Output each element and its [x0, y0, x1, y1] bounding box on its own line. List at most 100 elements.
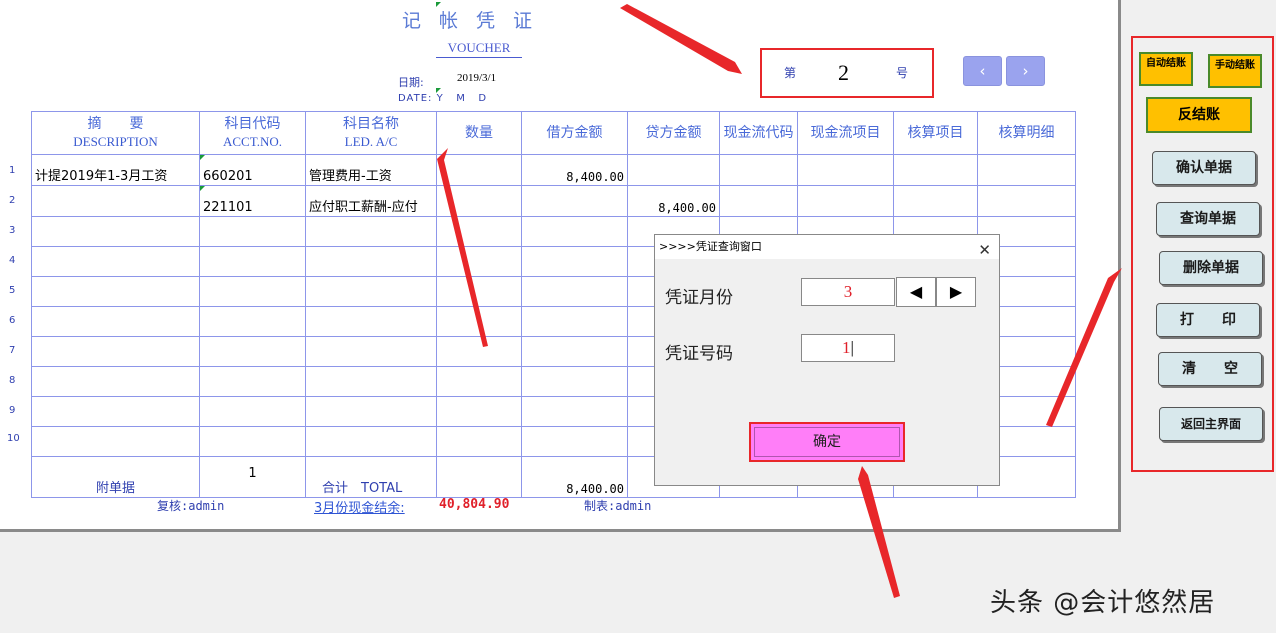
cell-acct-code[interactable]	[199, 276, 306, 307]
cell-description[interactable]	[31, 276, 200, 307]
cell-description[interactable]	[31, 216, 200, 247]
query-document-button[interactable]: 查询单据	[1156, 202, 1260, 236]
reviewer-label: 复核:admin	[157, 499, 225, 513]
cell-ledger-name[interactable]	[305, 426, 437, 457]
cell-quantity[interactable]	[436, 426, 522, 457]
chevron-left-icon: ‹	[979, 62, 986, 80]
cell-cashflow-item[interactable]	[797, 185, 894, 217]
column-header-cashflow-item: 现金流项目	[797, 111, 894, 155]
reverse-close-button[interactable]: 反结账	[1146, 97, 1252, 133]
row-number: 9	[9, 405, 16, 416]
cell-quantity[interactable]	[436, 246, 522, 277]
cell-accounting-detail[interactable]	[977, 154, 1076, 186]
cell-quantity[interactable]	[436, 306, 522, 337]
month-decrement-button[interactable]: ◀	[896, 277, 936, 307]
cell-ledger-name[interactable]	[305, 306, 437, 337]
cell-acct-code[interactable]: 660201	[199, 154, 306, 186]
cell-acct-code[interactable]	[199, 366, 306, 397]
cell-acct-code[interactable]	[199, 426, 306, 457]
column-header-acct-no: 科目代码 ACCT.NO.	[199, 111, 306, 155]
cell-ledger-name[interactable]: 应付职工薪酬-应付	[305, 185, 437, 217]
print-button[interactable]: 打 印	[1156, 303, 1260, 337]
dialog-title: >>>>凭证查询窗口 ✕	[655, 235, 999, 259]
cell-quantity[interactable]	[436, 276, 522, 307]
cell-debit[interactable]	[521, 246, 628, 277]
confirm-document-button[interactable]: 确认单据	[1152, 151, 1256, 185]
cell-acct-code[interactable]	[199, 216, 306, 247]
attachments-count[interactable]: 1	[199, 456, 306, 498]
cell-debit[interactable]	[521, 185, 628, 217]
cell-quantity[interactable]	[436, 185, 522, 217]
delete-document-button[interactable]: 删除单据	[1159, 251, 1263, 285]
cell-quantity[interactable]	[436, 366, 522, 397]
cell-debit[interactable]	[521, 396, 628, 427]
cell-credit[interactable]	[627, 154, 720, 186]
watermark: 头条 @会计悠然居	[990, 588, 1216, 618]
table-row: 221101 应付职工薪酬-应付 8,400.00	[31, 185, 1076, 217]
cell-description[interactable]	[31, 426, 200, 457]
cell-ledger-name[interactable]	[305, 336, 437, 367]
voucher-number-value[interactable]: 2	[838, 60, 849, 86]
number-input[interactable]: 1|	[801, 334, 895, 362]
column-header-description: 摘 要 DESCRIPTION	[31, 111, 200, 155]
cell-debit[interactable]	[521, 366, 628, 397]
cell-quantity[interactable]	[436, 216, 522, 247]
month-input[interactable]: 3	[801, 278, 895, 306]
cell-ledger-name[interactable]	[305, 396, 437, 427]
cell-acct-code[interactable]	[199, 306, 306, 337]
cell-description[interactable]	[31, 185, 200, 217]
cell-comment-marker	[200, 186, 205, 191]
cell-acct-code[interactable]	[199, 336, 306, 367]
cell-accounting-item[interactable]	[893, 185, 978, 217]
column-header-accounting-item: 核算项目	[893, 111, 978, 155]
triangle-right-icon: ▶	[949, 282, 963, 301]
column-header-accounting-detail: 核算明细	[977, 111, 1076, 155]
confirm-button[interactable]: 确定	[749, 422, 905, 462]
cell-description[interactable]	[31, 246, 200, 277]
cell-debit[interactable]: 8,400.00	[521, 154, 628, 186]
date-value[interactable]: 2019/3/1	[457, 72, 496, 84]
cell-description[interactable]	[31, 306, 200, 337]
cell-cashflow-code[interactable]	[719, 185, 798, 217]
row-number: 3	[9, 225, 16, 236]
cell-description[interactable]: 计提2019年1-3月工资	[31, 154, 200, 186]
return-main-button[interactable]: 返回主界面	[1159, 407, 1263, 441]
cell-acct-code[interactable]	[199, 246, 306, 277]
cell-comment-marker	[436, 2, 441, 7]
next-voucher-button[interactable]: ›	[1006, 56, 1045, 86]
cell-quantity[interactable]	[436, 396, 522, 427]
cell-description[interactable]	[31, 396, 200, 427]
cell-acct-code[interactable]: 221101	[199, 185, 306, 217]
cell-ledger-name[interactable]	[305, 276, 437, 307]
row-number: 10	[7, 433, 20, 444]
cell-ledger-name[interactable]: 管理费用-工资	[305, 154, 437, 186]
table-row: 计提2019年1-3月工资 660201 管理费用-工资 8,400.00	[31, 154, 1076, 186]
cell-cashflow-code[interactable]	[719, 154, 798, 186]
cell-debit[interactable]	[521, 426, 628, 457]
cell-debit[interactable]	[521, 336, 628, 367]
cell-accounting-item[interactable]	[893, 154, 978, 186]
cell-ledger-name[interactable]	[305, 246, 437, 277]
auto-close-button[interactable]: 自动结账	[1139, 52, 1193, 86]
cell-quantity[interactable]	[436, 336, 522, 367]
month-increment-button[interactable]: ▶	[936, 277, 976, 307]
cell-description[interactable]	[31, 336, 200, 367]
cell-quantity[interactable]	[436, 154, 522, 186]
voucher-number-prefix: 第	[784, 66, 797, 80]
cell-accounting-detail[interactable]	[977, 185, 1076, 217]
manual-close-button[interactable]: 手动结账	[1208, 54, 1262, 88]
cash-balance-link[interactable]: 3月份现金结余:	[314, 497, 405, 516]
clear-button[interactable]: 清 空	[1158, 352, 1262, 386]
cell-debit[interactable]	[521, 306, 628, 337]
attachments-label: 附单据	[31, 456, 200, 498]
cell-ledger-name[interactable]	[305, 216, 437, 247]
cell-debit[interactable]	[521, 276, 628, 307]
prev-voucher-button[interactable]: ‹	[963, 56, 1002, 86]
cell-debit[interactable]	[521, 216, 628, 247]
cell-acct-code[interactable]	[199, 396, 306, 427]
cell-credit[interactable]: 8,400.00	[627, 185, 720, 217]
cell-ledger-name[interactable]	[305, 366, 437, 397]
close-icon[interactable]: ✕	[978, 238, 991, 262]
cell-cashflow-item[interactable]	[797, 154, 894, 186]
cell-description[interactable]	[31, 366, 200, 397]
